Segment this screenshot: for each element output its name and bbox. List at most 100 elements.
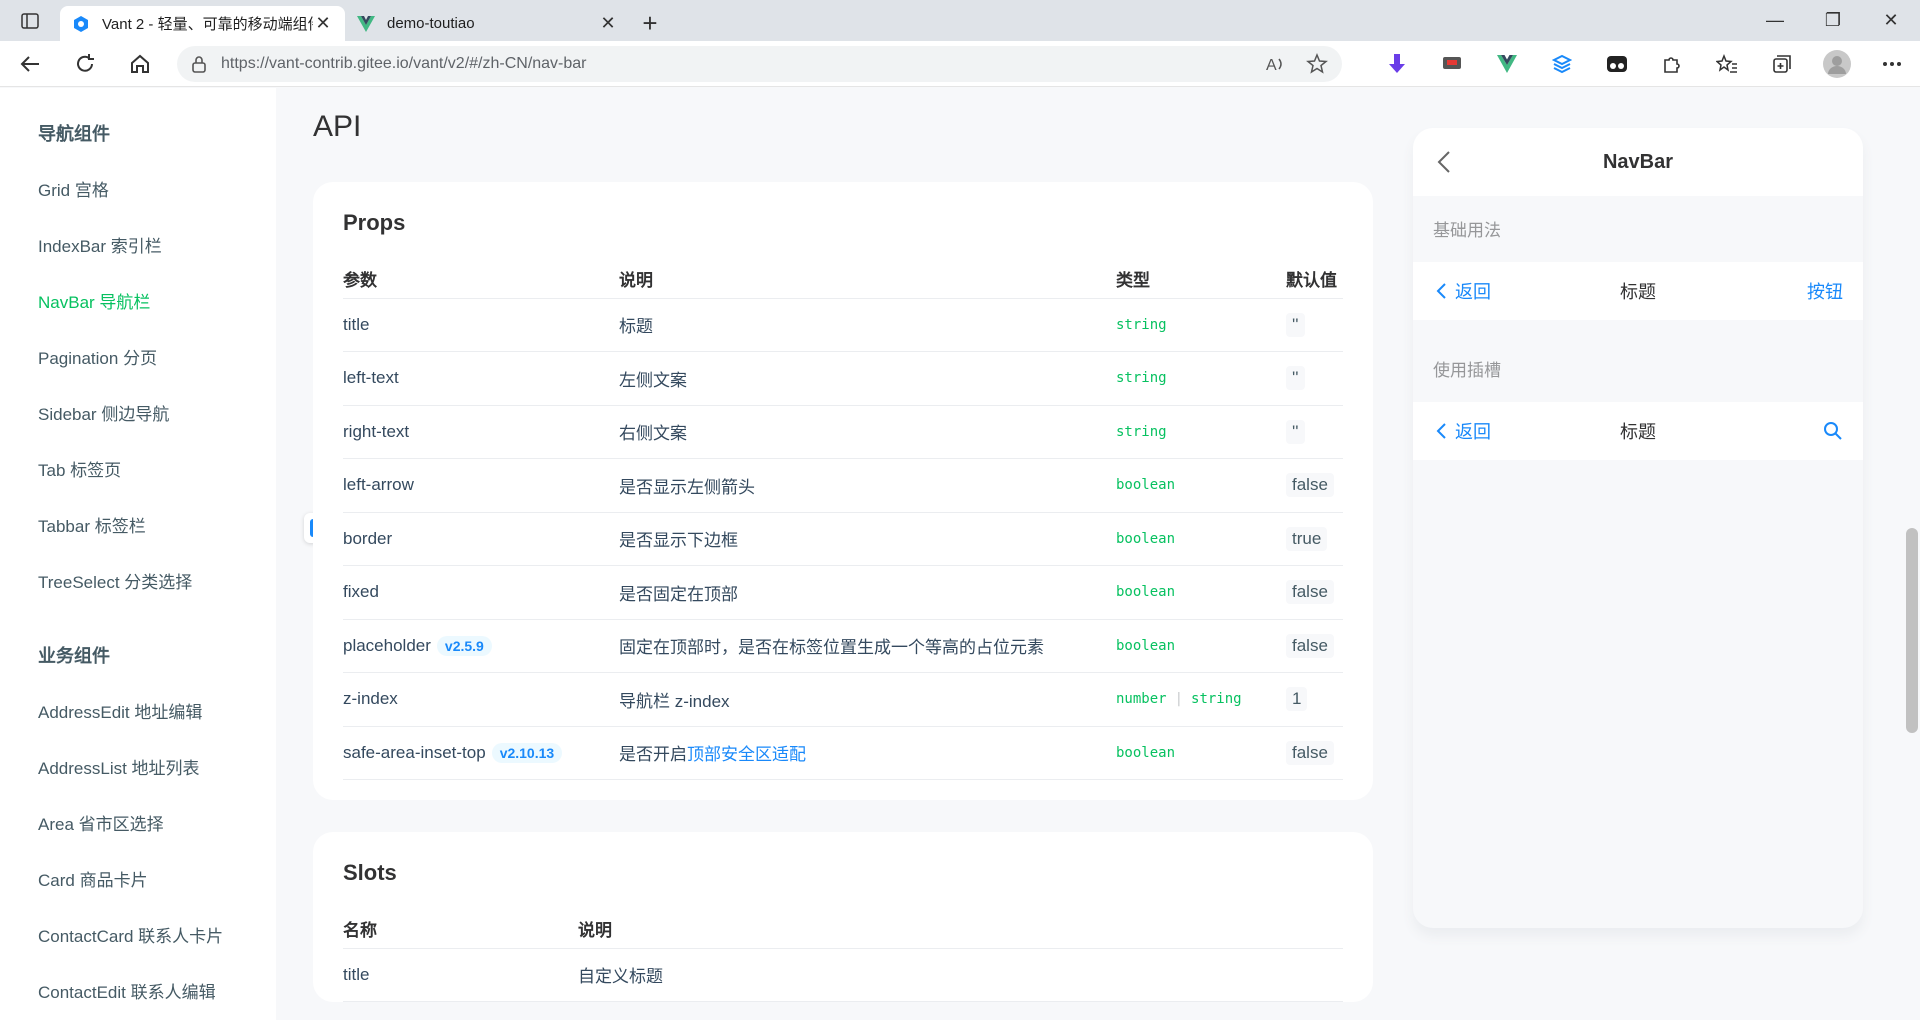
- sidebar-item-tab[interactable]: Tab 标签页: [0, 440, 276, 496]
- table-row: placeholder v2.5.9 固定在顶部时，是否在标签位置生成一个等高的占位…: [343, 619, 1343, 673]
- url-field[interactable]: https://vant-contrib.gitee.io/vant/v2/#/…: [177, 45, 1342, 82]
- sidebar-item-contactcard[interactable]: ContactCard 联系人卡片: [0, 906, 276, 962]
- navbar-left[interactable]: 返回: [1435, 418, 1491, 444]
- type-text: boolean: [1116, 584, 1176, 601]
- type-text: boolean: [1116, 744, 1176, 761]
- settings-more-button[interactable]: [1872, 44, 1912, 84]
- slots-title: Slots: [343, 860, 397, 885]
- page: 导航组件 Grid 宫格 IndexBar 索引栏 NavBar 导航栏 Pag…: [0, 88, 1920, 1020]
- prop-name: z-index: [343, 672, 619, 727]
- read-aloud-icon[interactable]: A: [1266, 55, 1286, 73]
- close-window-button[interactable]: ✕: [1862, 0, 1920, 41]
- collections-button[interactable]: [1762, 44, 1802, 84]
- maximize-button[interactable]: ❐: [1804, 0, 1862, 41]
- vue-favicon-icon: [357, 15, 375, 33]
- chevron-left-icon: [1436, 283, 1446, 299]
- sidebar-item-pagination[interactable]: Pagination 分页: [0, 328, 276, 384]
- sidebar-item-grid[interactable]: Grid 宫格: [0, 160, 276, 216]
- prop-type: boolean: [1116, 726, 1286, 780]
- prop-desc-text: 左侧文案: [619, 370, 687, 390]
- navbar-left-text: 返回: [1455, 422, 1491, 442]
- scrollbar-thumb[interactable]: [1906, 528, 1918, 733]
- chevron-left-icon[interactable]: [1437, 150, 1451, 174]
- favorite-star-icon[interactable]: [1306, 52, 1328, 75]
- sidebar-item-addressedit[interactable]: AddressEdit 地址编辑: [0, 682, 276, 738]
- close-tab-icon[interactable]: ✕: [313, 13, 333, 34]
- demo-navbar-slot: 返回 标题: [1413, 402, 1863, 460]
- layers-extension-button[interactable]: [1542, 44, 1582, 84]
- table-row: left-text 左侧文案 string '': [343, 351, 1343, 406]
- tab-demo-toutiao[interactable]: demo-toutiao ✕: [345, 6, 630, 41]
- type-text: string: [1116, 370, 1167, 387]
- glasses-extension-button[interactable]: [1597, 44, 1637, 84]
- close-tab-icon[interactable]: ✕: [598, 13, 618, 34]
- demo-navbar-basic: 返回 标题 按钮: [1413, 262, 1863, 320]
- prop-desc: 导航栏 z-index: [619, 672, 1116, 727]
- prop-desc-link[interactable]: 顶部安全区适配: [687, 745, 806, 764]
- window-controls: — ❐ ✕: [1746, 0, 1920, 41]
- slots-card: Slots 名称 说明 title 自定义标题: [313, 832, 1373, 1002]
- favorites-button[interactable]: [1707, 44, 1747, 84]
- slot-desc: 自定义标题: [578, 948, 1343, 1002]
- default-value: false: [1286, 633, 1334, 658]
- prop-desc-text: 右侧文案: [619, 424, 687, 444]
- prop-name: right-text: [343, 405, 619, 459]
- sidebar-item-tabbar[interactable]: Tabbar 标签栏: [0, 496, 276, 552]
- back-arrow-icon: [20, 55, 39, 72]
- extensions-button[interactable]: [1652, 44, 1692, 84]
- sidebar-item-addresslist[interactable]: AddressList 地址列表: [0, 738, 276, 794]
- new-tab-button[interactable]: +: [630, 6, 670, 41]
- tab-actions-button[interactable]: [0, 0, 60, 41]
- prop-type: number | string: [1116, 672, 1286, 727]
- navbar-right-search[interactable]: [1823, 421, 1843, 441]
- col-header-param: 参数: [343, 260, 619, 299]
- back-button[interactable]: [5, 44, 55, 84]
- default-value: false: [1286, 580, 1334, 605]
- navbar-right-button[interactable]: 按钮: [1807, 278, 1843, 304]
- vue-devtools-button[interactable]: [1487, 44, 1527, 84]
- default-value: '': [1286, 419, 1305, 444]
- sidebar-item-sidebar[interactable]: Sidebar 侧边导航: [0, 384, 276, 440]
- sidebar-group-title: 业务组件: [38, 646, 110, 666]
- prop-desc: 左侧文案: [619, 351, 1116, 406]
- profile-button[interactable]: [1817, 44, 1857, 84]
- prop-name-text: right-text: [343, 421, 410, 441]
- sidebar-item-contactedit[interactable]: ContactEdit 联系人编辑: [0, 962, 276, 1018]
- sidebar-item-navbar[interactable]: NavBar 导航栏: [0, 272, 276, 328]
- sidebar-item-card[interactable]: Card 商品卡片: [0, 850, 276, 906]
- prop-type: string: [1116, 405, 1286, 459]
- doc-content: API Props 参数 说明 类型 默认值 title 标题 string '' le…: [313, 88, 1373, 1002]
- download-extension-button[interactable]: [1377, 44, 1417, 84]
- col-header-desc: 说明: [578, 910, 1343, 949]
- type-text: number: [1116, 691, 1167, 708]
- simulator-header: NavBar: [1413, 128, 1863, 196]
- prop-default: false: [1286, 458, 1343, 513]
- col-header-name: 名称: [343, 910, 578, 949]
- type-text: string: [1116, 423, 1167, 440]
- prop-desc-text: 是否显示左侧箭头: [619, 477, 755, 497]
- col-header-desc: 说明: [619, 260, 1116, 299]
- prop-desc-text: 标题: [619, 317, 653, 337]
- prop-name: placeholder v2.5.9: [343, 619, 619, 673]
- default-value: 1: [1286, 687, 1308, 712]
- tab-vant[interactable]: Vant 2 - 轻量、可靠的移动端组件 ✕: [60, 6, 345, 41]
- sidebar-item-treeselect[interactable]: TreeSelect 分类选择: [0, 552, 276, 608]
- prop-name: left-text: [343, 351, 619, 406]
- screen-extension-button[interactable]: [1432, 44, 1472, 84]
- minimize-button[interactable]: —: [1746, 0, 1804, 41]
- tab-title: demo-toutiao: [387, 15, 475, 32]
- home-button[interactable]: [115, 44, 165, 84]
- tab-actions-icon: [21, 12, 39, 29]
- refresh-button[interactable]: [60, 44, 110, 84]
- screen-icon: [1443, 56, 1461, 69]
- sidebar-item-area[interactable]: Area 省市区选择: [0, 794, 276, 850]
- chevron-left-icon: [1436, 423, 1446, 439]
- sidebar-item-indexbar[interactable]: IndexBar 索引栏: [0, 216, 276, 272]
- refresh-icon: [77, 53, 94, 72]
- lock-icon: [192, 55, 206, 73]
- page-scrollbar[interactable]: [1902, 88, 1920, 1020]
- glasses-icon: [1607, 55, 1627, 72]
- navbar-left[interactable]: 返回: [1435, 278, 1491, 304]
- prop-name-text: border: [343, 528, 393, 548]
- prop-desc: 是否固定在顶部: [619, 565, 1116, 620]
